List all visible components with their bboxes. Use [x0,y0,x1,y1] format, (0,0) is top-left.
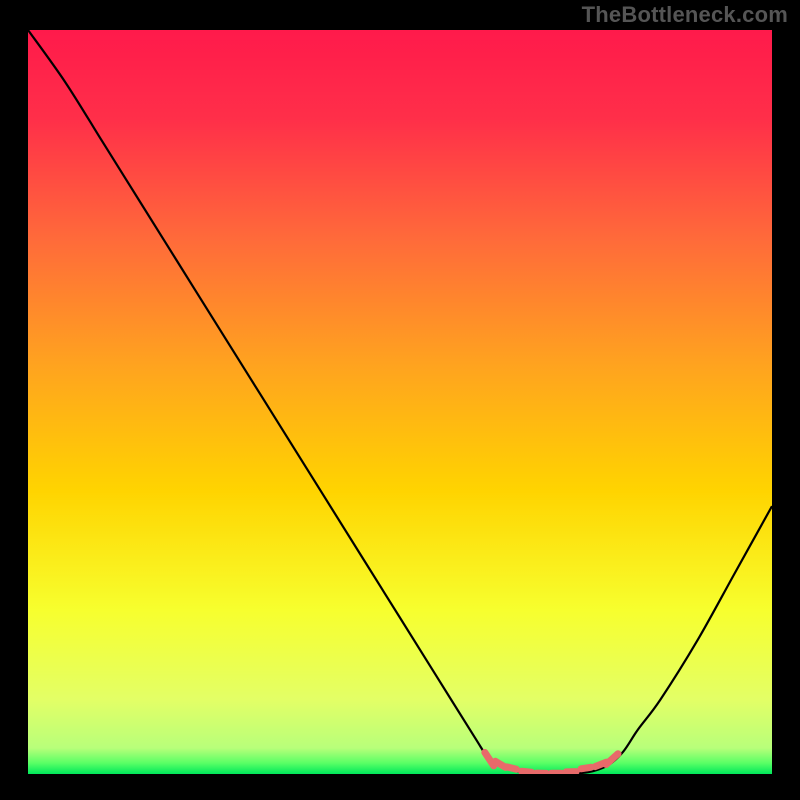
range-marker [581,767,591,768]
gradient-background [28,30,772,774]
range-marker [507,767,517,769]
plot-area [28,30,772,774]
watermark-text: TheBottleneck.com [582,2,788,28]
range-marker [522,771,532,772]
chart-container: TheBottleneck.com [0,0,800,800]
chart-svg [28,30,772,774]
